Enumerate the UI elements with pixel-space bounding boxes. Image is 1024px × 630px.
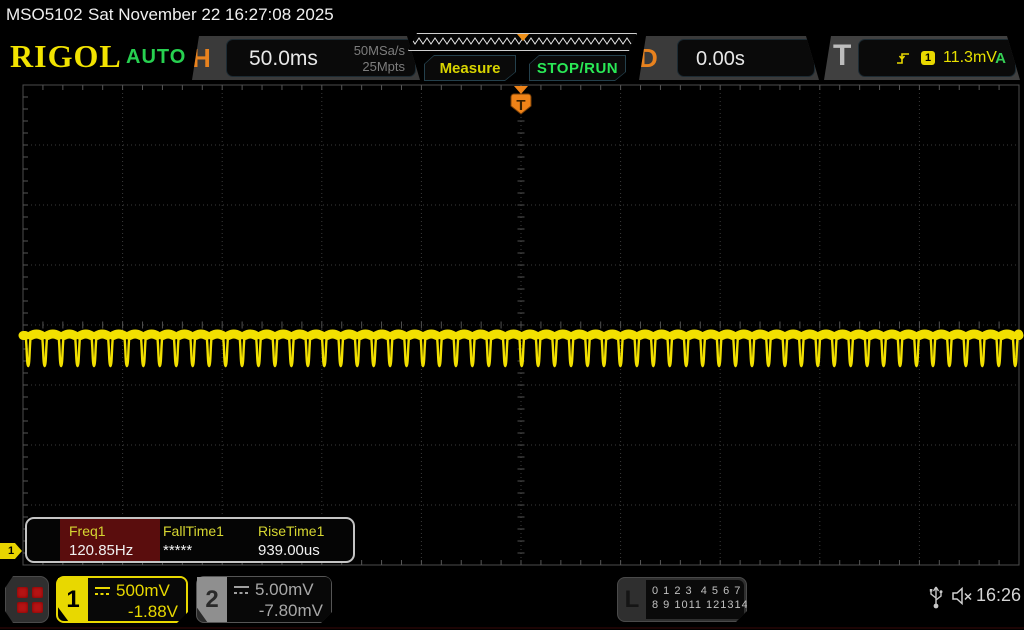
dc-coupling-icon [94,585,111,597]
channel2-box[interactable]: 2 5.00mV -7.80mV [196,576,332,623]
measurement-value: ***** [163,542,192,559]
channel2-scale: 5.00mV [255,580,314,600]
trigger-slope-icon [895,50,911,66]
graticule-and-waveform: T [0,84,1024,566]
timebase-value: 50.0ms [249,47,318,71]
stop-run-button[interactable]: STOP/RUN [529,55,626,81]
speaker-muted-icon [950,584,974,608]
trigger-box[interactable]: T 1 11.3mV A [824,36,1020,80]
clock: 16:26 [976,585,1021,606]
trigger-label: T [833,39,851,73]
measurement-value: 939.00us [258,542,320,559]
acquisition-mode-label: AUTO [126,46,186,69]
app-grid-icon [17,587,43,613]
channel1-box[interactable]: 1 500mV -1.88V [56,576,188,623]
waveform-display-area: T [0,84,1024,566]
waveform-preview-strip[interactable] [408,33,637,51]
channel2-offset: -7.80mV [233,601,323,621]
svg-text:T: T [516,97,525,114]
horizontal-label: H [192,43,211,74]
measurement-panel[interactable]: Freq1 120.85Hz FallTime1 ***** RiseTime1… [25,517,355,563]
channel1-offset: -1.88V [94,602,178,622]
measurement-label: FallTime1 [163,523,224,539]
bottom-bar: 1 500mV -1.88V 2 [0,570,1024,630]
menu-button[interactable] [5,576,49,623]
status-bar: MSO5102 Sat November 22 16:27:08 2025 [0,0,1024,30]
preview-trigger-position-icon[interactable] [517,34,529,41]
delay-label: D [639,43,658,74]
sample-rate: 50MSa/s 25Mpts [354,43,405,75]
dc-coupling-icon [233,584,250,596]
channel1-scale: 500mV [116,581,170,601]
channel2-number: 2 [197,577,227,622]
measure-button[interactable]: Measure [424,55,516,81]
measurement-label: RiseTime1 [258,523,324,539]
delay-box[interactable]: D 0.00s [639,36,819,80]
measurement-label: Freq1 [69,523,106,539]
header-bar: RIGOL AUTO H 50.0ms 50MSa/s 25Mpts Measu… [0,30,1024,84]
measurement-value: 120.85Hz [69,542,133,559]
usb-icon [928,582,944,612]
trigger-sweep-mode: A [995,50,1006,67]
trigger-source-badge: 1 [921,51,935,65]
channel1-number: 1 [58,578,88,621]
logic-analyzer-label: L [618,578,646,621]
oscilloscope-screen: MSO5102 Sat November 22 16:27:08 2025 RI… [0,0,1024,630]
model-name: MSO5102 [6,5,83,25]
rigol-logo: RIGOL [10,38,122,75]
digital-channels-row1: 0 1 2 3 4 5 6 7 [652,584,744,598]
digital-channels-row2: 8 9 1011 12131415 [652,598,744,612]
horizontal-timebase-box[interactable]: H 50.0ms 50MSa/s 25Mpts [192,36,420,80]
bottom-divider [0,627,1024,629]
delay-value: 0.00s [696,48,745,71]
logic-analyzer-box[interactable]: L 0 1 2 3 4 5 6 7 8 9 1011 12131415 [617,577,747,622]
trigger-level-value: 11.3mV [943,49,997,67]
date-time: Sat November 22 16:27:08 2025 [88,5,334,25]
